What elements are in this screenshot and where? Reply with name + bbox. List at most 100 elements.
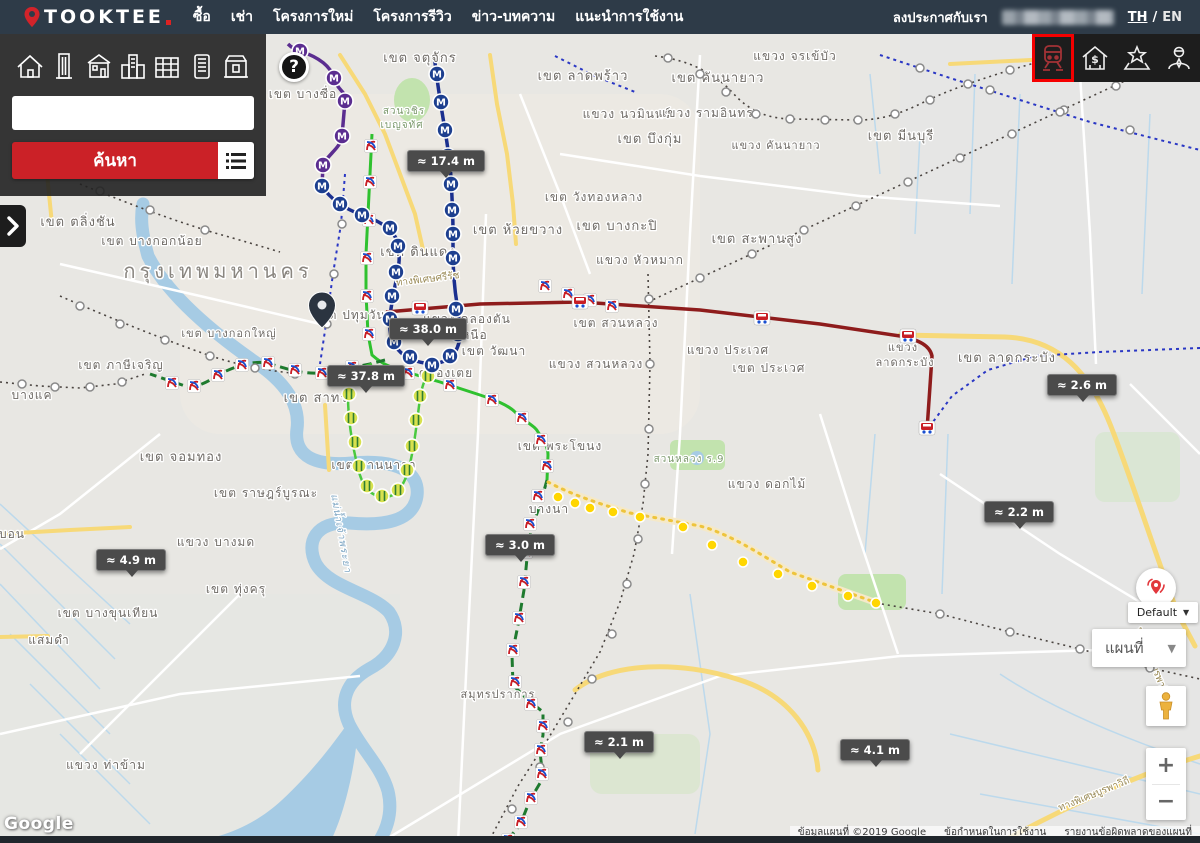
svg-text:เขต บางกอกน้อย: เขต บางกอกน้อย — [101, 234, 202, 248]
landmark-layer-icon — [1122, 45, 1152, 71]
train-layer-button[interactable] — [1032, 34, 1074, 82]
pegman-icon — [1157, 692, 1175, 720]
distance-marker: ≈ 17.4 m — [407, 150, 485, 172]
zoom-control: + − — [1146, 748, 1186, 820]
svg-text:เขต ลาดพร้าว: เขต ลาดพร้าว — [538, 69, 629, 84]
search-panel: ค้นหา — [0, 34, 266, 196]
svg-text:เขต ห้วยขวาง: เขต ห้วยขวาง — [473, 223, 563, 238]
caret-down-icon: ▼ — [1183, 608, 1189, 617]
svg-text:เขต วัฒนา: เขต วัฒนา — [462, 344, 526, 358]
distance-marker: ≈ 38.0 m — [389, 318, 467, 340]
distance-marker: ≈ 2.1 m — [584, 731, 654, 753]
svg-text:บอน: บอน — [0, 527, 25, 541]
svg-text:แขวง ประเวศ: แขวง ประเวศ — [687, 343, 769, 357]
agent-layer-button[interactable] — [1158, 34, 1200, 82]
lang-th[interactable]: TH — [1128, 10, 1148, 25]
question-mark-icon: ? — [289, 57, 299, 77]
distance-marker: ≈ 3.0 m — [485, 534, 555, 556]
train-layer-icon — [1040, 44, 1066, 72]
svg-text:เขต บางกะปิ: เขต บางกะปิ — [577, 219, 658, 234]
house-price-layer-button[interactable]: $ — [1074, 34, 1116, 82]
svg-text:เขต สวนหลวง: เขต สวนหลวง — [573, 316, 658, 330]
list-view-button[interactable] — [218, 142, 254, 179]
svg-text:เขต สะพานสูง: เขต สะพานสูง — [712, 232, 803, 247]
google-logo[interactable]: Google — [4, 814, 74, 834]
caret-down-icon: ▼ — [1168, 642, 1176, 655]
property-type-row — [12, 44, 254, 88]
svg-text:สวนวชิร: สวนวชิร — [383, 106, 425, 117]
svg-text:แสมดำ: แสมดำ — [28, 633, 70, 647]
house-icon[interactable] — [14, 50, 46, 82]
top-navbar: TOOKTEE ซื้อ เช่า โครงการใหม่ โครงการรีว… — [0, 0, 1200, 34]
phone-number-redacted — [1002, 10, 1114, 25]
zoom-in-button[interactable]: + — [1146, 748, 1186, 784]
svg-text:$: $ — [1091, 53, 1099, 66]
menu-buy[interactable]: ซื้อ — [193, 6, 211, 28]
apartment-icon[interactable] — [151, 50, 183, 82]
svg-text:เบญจทัศ: เบญจทัศ — [380, 120, 423, 131]
svg-text:เขต บางกอกใหญ่: เขต บางกอกใหญ่ — [181, 327, 276, 340]
svg-text:แขวง คันนายาว: แขวง คันนายาว — [731, 139, 820, 152]
svg-text:บางแค: บางแค — [12, 388, 53, 402]
menu-news-articles[interactable]: ข่าว-บทความ — [472, 6, 556, 28]
menu-rent[interactable]: เช่า — [231, 6, 253, 28]
style-dropdown[interactable]: Default ▼ — [1128, 602, 1198, 623]
distance-marker: ≈ 4.1 m — [840, 739, 910, 761]
svg-text:แขวง ดอกไม้: แขวง ดอกไม้ — [728, 477, 807, 491]
distance-marker: ≈ 4.9 m — [96, 549, 166, 571]
svg-text:เขต บางซื่อ: เขต บางซื่อ — [269, 85, 337, 101]
svg-text:เขต ราษฎร์บูรณะ: เขต ราษฎร์บูรณะ — [214, 486, 318, 501]
svg-text:แขวง บางมด: แขวง บางมด — [177, 535, 255, 549]
condo-tower-icon[interactable] — [48, 50, 80, 82]
brand-dot — [166, 20, 171, 25]
svg-text:เขต พระโขนง: เขต พระโขนง — [518, 439, 602, 453]
panel-collapse-toggle[interactable] — [0, 205, 26, 247]
office-building-icon[interactable] — [186, 50, 218, 82]
menu-new-projects[interactable]: โครงการใหม่ — [273, 6, 353, 28]
svg-text:เขต จตุจักร: เขต จตุจักร — [383, 51, 456, 66]
navbar-right: ลงประกาศกับเรา TH / EN — [893, 7, 1182, 28]
style-dropdown-label: Default — [1137, 606, 1177, 619]
distance-marker: ≈ 2.6 m — [1047, 374, 1117, 396]
svg-text:สวนหลวง ร.9: สวนหลวง ร.9 — [654, 454, 725, 465]
search-input[interactable] — [12, 96, 254, 130]
search-row: ค้นหา — [12, 142, 254, 179]
svg-text:เขต จอมทอง: เขต จอมทอง — [140, 450, 223, 465]
menu-project-reviews[interactable]: โครงการรีวิว — [373, 6, 451, 28]
svg-text:เขต ประเวศ: เขต ประเวศ — [733, 361, 806, 375]
svg-text:เขต คันนายาว: เขต คันนายาว — [672, 71, 765, 86]
svg-text:แขวง รามอินทรา: แขวง รามอินทรา — [659, 106, 762, 120]
svg-text:แขวง สวนหลวง: แขวง สวนหลวง — [549, 357, 643, 371]
zoom-out-button[interactable]: − — [1146, 785, 1186, 821]
svg-text:เขต ทุ่งครุ: เขต ทุ่งครุ — [206, 582, 266, 597]
townhouse-icon[interactable] — [83, 50, 115, 82]
map-type-label: แผนที่ — [1105, 636, 1144, 660]
footer-strip — [0, 836, 1200, 843]
search-button[interactable]: ค้นหา — [12, 142, 218, 179]
highrise-icon[interactable] — [117, 50, 149, 82]
landmark-layer-button[interactable] — [1116, 34, 1158, 82]
svg-text:เขต บางขุนเทียน: เขต บางขุนเทียน — [58, 606, 159, 621]
tooktee-logo[interactable]: TOOKTEE — [24, 6, 171, 28]
svg-text:บางนา: บางนา — [529, 502, 569, 516]
distance-marker: ≈ 37.8 m — [327, 365, 405, 387]
lang-en[interactable]: EN — [1162, 10, 1182, 25]
svg-text:เขต บึงกุ่ม: เขต บึงกุ่ม — [618, 132, 683, 147]
agent-layer-icon — [1166, 45, 1192, 71]
help-button[interactable]: ? — [279, 52, 309, 82]
svg-text:แขวง หัวหมาก: แขวง หัวหมาก — [596, 253, 684, 267]
menu-user-guide[interactable]: แนะนำการใช้งาน — [575, 6, 683, 28]
svg-text:เขต วังทองหลาง: เขต วังทองหลาง — [545, 190, 643, 204]
pegman-button[interactable] — [1146, 686, 1186, 726]
chevron-right-icon — [6, 216, 20, 236]
brand-text: TOOKTEE — [44, 6, 164, 28]
list-icon — [226, 152, 246, 170]
red-pin-scan-icon — [1145, 577, 1167, 599]
commercial-building-icon[interactable] — [220, 50, 252, 82]
distance-marker: ≈ 2.2 m — [984, 501, 1054, 523]
post-listing-link[interactable]: ลงประกาศกับเรา — [893, 7, 988, 28]
map-type-dropdown[interactable]: แผนที่ ▼ — [1092, 629, 1186, 667]
svg-text:เขต ภาษีเจริญ: เขต ภาษีเจริญ — [78, 358, 163, 372]
house-price-layer-icon: $ — [1081, 45, 1109, 71]
svg-text:เขต สาทร: เขต สาทร — [284, 391, 349, 406]
